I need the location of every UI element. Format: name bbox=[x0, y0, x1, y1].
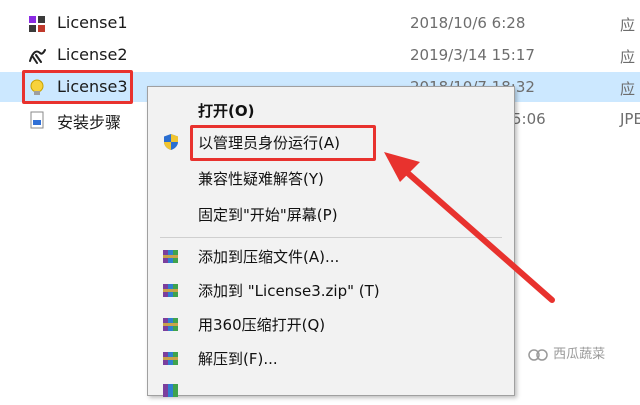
watermark-text: 西瓜蔬菜 bbox=[553, 347, 606, 362]
winrar-icon bbox=[163, 384, 178, 397]
watermark-logo-icon bbox=[528, 348, 548, 361]
watermark: 西瓜蔬菜 bbox=[527, 343, 605, 362]
annotation-arrow bbox=[384, 152, 555, 303]
